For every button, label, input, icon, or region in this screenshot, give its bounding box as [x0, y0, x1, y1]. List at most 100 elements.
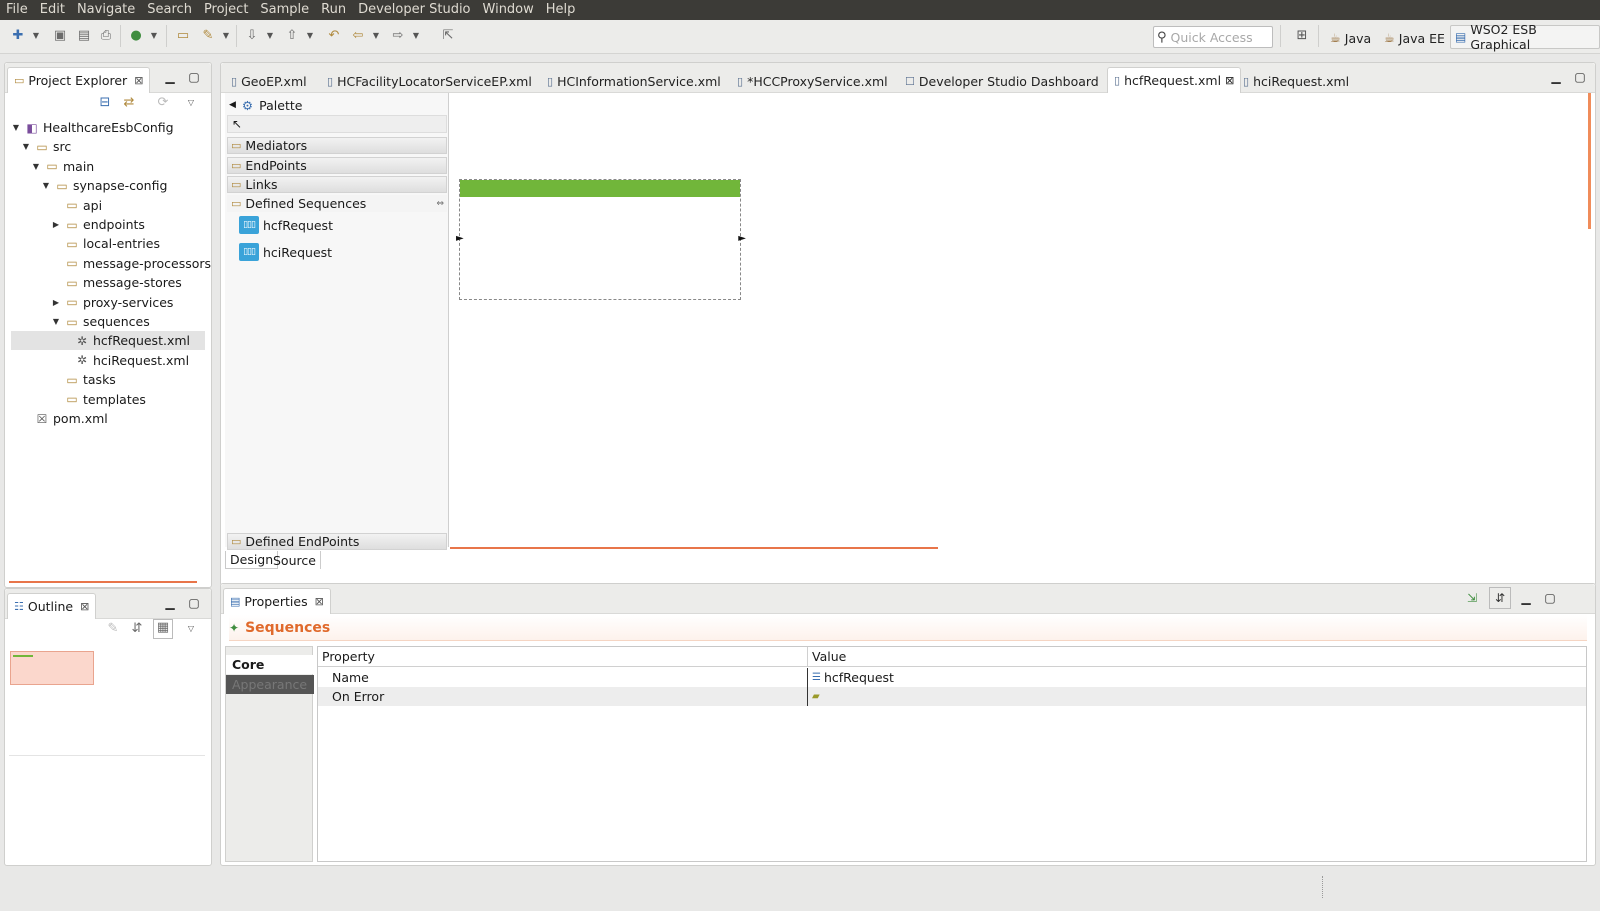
next-annotation-icon[interactable]: ⇩: [244, 28, 260, 44]
collapsed-icon[interactable]: ▶: [51, 298, 61, 307]
close-icon[interactable]: ⊠: [315, 595, 324, 608]
maximize-icon[interactable]: ▢: [1543, 591, 1557, 605]
view-menu-icon[interactable]: ▽: [187, 95, 195, 111]
minimize-icon[interactable]: ▁: [163, 596, 177, 610]
properties-tab-core[interactable]: Core: [226, 655, 314, 674]
tree-item[interactable]: ✲ hcfRequest.xml: [11, 331, 205, 351]
tree-item[interactable]: ▭ message-processors: [51, 254, 211, 273]
close-icon[interactable]: ⊠: [134, 74, 143, 87]
collapse-all-icon[interactable]: ⊟: [97, 95, 113, 111]
back-dropdown-icon[interactable]: ▼: [372, 28, 380, 44]
outline-thumbnail[interactable]: [10, 651, 94, 685]
property-value-cell[interactable]: ▰: [808, 687, 823, 706]
editor-tab[interactable]: ☐ Developer Studio Dashboard: [899, 69, 1105, 93]
edit-value-icon[interactable]: ▰: [812, 687, 820, 706]
tree-item[interactable]: ▭ templates: [51, 390, 146, 409]
output-connector-icon[interactable]: ►: [738, 233, 746, 244]
tree-item[interactable]: ▼ ▭ sequences: [51, 312, 150, 331]
sequence-title-bar[interactable]: [460, 180, 740, 197]
editor-tab[interactable]: ▯ HCInformationService.xml: [541, 69, 727, 93]
close-icon[interactable]: ⊠: [1225, 74, 1234, 87]
run-dropdown-icon[interactable]: ▼: [150, 28, 158, 44]
view-menu-icon[interactable]: ▽: [187, 621, 195, 637]
next-annotation-dropdown-icon[interactable]: ▼: [266, 28, 274, 44]
show-categories-icon[interactable]: ⇵: [1489, 587, 1511, 609]
new-icon[interactable]: ✚: [10, 28, 26, 44]
tree-item[interactable]: ☒ pom.xml: [21, 409, 108, 428]
expanded-icon[interactable]: ▼: [41, 181, 51, 190]
table-row[interactable]: On Error ▰: [318, 687, 1586, 706]
menu-help[interactable]: Help: [540, 0, 582, 20]
project-explorer-tab[interactable]: ▭ Project Explorer ⊠: [7, 67, 151, 93]
tree-item[interactable]: ✲ hciRequest.xml: [61, 351, 189, 370]
print-icon[interactable]: ⎙: [98, 28, 114, 44]
brush-icon[interactable]: ✎: [200, 28, 216, 44]
tree-item[interactable]: ▭ local-entries: [51, 234, 160, 253]
tree-item[interactable]: ▼ ▭ synapse-config: [41, 176, 167, 195]
perspective-java-ee[interactable]: ☕ Java EE: [1384, 28, 1445, 48]
outline-tool-icon[interactable]: ✎: [105, 621, 121, 637]
tree-item[interactable]: ▭ tasks: [51, 370, 116, 389]
last-edit-icon[interactable]: ↶: [326, 28, 342, 44]
tree-item[interactable]: ▶ ▭ proxy-services: [51, 293, 174, 312]
column-value[interactable]: Value: [808, 647, 846, 666]
input-connector-icon[interactable]: ►: [456, 233, 464, 244]
editor-tab[interactable]: ▯ GeoEP.xml: [225, 69, 313, 93]
perspective-java[interactable]: ☕ Java: [1330, 28, 1371, 48]
property-value-cell[interactable]: ☰ hcfRequest: [808, 668, 894, 687]
close-icon[interactable]: ⊠: [80, 600, 89, 613]
minimize-icon[interactable]: ▁: [1549, 70, 1563, 84]
minimize-icon[interactable]: ▁: [163, 70, 177, 84]
menu-search[interactable]: Search: [141, 0, 198, 20]
menu-sample[interactable]: Sample: [254, 0, 315, 20]
tree-item[interactable]: ▼ ▭ src: [21, 137, 71, 156]
prev-annotation-icon[interactable]: ⇧: [284, 28, 300, 44]
expanded-icon[interactable]: ▼: [31, 162, 41, 171]
link-with-editor-icon[interactable]: ⇄: [121, 95, 137, 111]
tree-item[interactable]: ▼ ◧ HealthcareEsbConfig: [11, 118, 174, 137]
menu-project[interactable]: Project: [198, 0, 254, 20]
quick-access-field[interactable]: ⚲: [1153, 26, 1273, 48]
new-dropdown-icon[interactable]: ▼: [32, 28, 40, 44]
table-row[interactable]: Name ☰ hcfRequest: [318, 668, 1586, 687]
maximize-icon[interactable]: ▢: [1573, 70, 1587, 84]
sync-icon[interactable]: ⟳: [155, 95, 171, 111]
canvas-vertical-scrollbar[interactable]: [1588, 93, 1591, 229]
maximize-icon[interactable]: ▢: [187, 70, 201, 84]
brush-dropdown-icon[interactable]: ▼: [222, 28, 230, 44]
palette-drawer-defined-sequences[interactable]: ▭ Defined Sequences ⇔: [227, 195, 447, 212]
expanded-icon[interactable]: ▼: [11, 123, 21, 132]
expanded-icon[interactable]: ▼: [21, 142, 31, 151]
design-canvas[interactable]: ► ►: [450, 93, 1591, 549]
outline-tree-icon[interactable]: ⇵: [129, 621, 145, 637]
palette-drawer-defined-endpoints[interactable]: ▭ Defined EndPoints: [227, 533, 447, 550]
menu-edit[interactable]: Edit: [34, 0, 71, 20]
save-all-icon[interactable]: ▤: [76, 28, 92, 44]
forward-icon[interactable]: ⇨: [390, 28, 406, 44]
source-tab[interactable]: Source: [269, 551, 321, 569]
properties-tab[interactable]: ▤ Properties ⊠: [223, 588, 331, 614]
run-icon[interactable]: ●: [128, 28, 144, 44]
menu-window[interactable]: Window: [477, 0, 540, 20]
open-perspective-icon[interactable]: ⊞: [1294, 28, 1310, 44]
pin-view-icon[interactable]: ⇲: [1465, 591, 1479, 605]
editor-tab[interactable]: ▯ *HCCProxyService.xml: [731, 69, 894, 93]
canvas-horizontal-scrollbar[interactable]: [450, 547, 938, 549]
maximize-icon[interactable]: ▢: [187, 596, 201, 610]
palette-drawer-mediators[interactable]: ▭ Mediators: [227, 137, 447, 154]
tree-item[interactable]: ▭ api: [51, 196, 102, 215]
menu-navigate[interactable]: Navigate: [71, 0, 141, 20]
sequence-container[interactable]: ► ►: [456, 179, 746, 300]
minimize-icon[interactable]: ▁: [1519, 591, 1533, 605]
palette-sequence-item[interactable]: ▯▯▯ hcfRequest: [239, 213, 333, 237]
properties-tab-appearance[interactable]: Appearance: [226, 675, 314, 694]
expanded-icon[interactable]: ▼: [51, 317, 61, 326]
save-icon[interactable]: ▣: [52, 28, 68, 44]
editor-tab[interactable]: ▯ hcfRequest.xml ⊠: [1107, 67, 1242, 93]
column-property[interactable]: Property: [318, 647, 808, 666]
palette-select-tool[interactable]: ↖: [227, 115, 447, 133]
prev-annotation-dropdown-icon[interactable]: ▼: [306, 28, 314, 44]
outline-overview-icon[interactable]: ▦: [153, 619, 173, 639]
pin-icon[interactable]: ⇔: [436, 199, 444, 209]
perspective-wso2-esb-graphical[interactable]: ▤ WSO2 ESB Graphical: [1450, 22, 1600, 52]
